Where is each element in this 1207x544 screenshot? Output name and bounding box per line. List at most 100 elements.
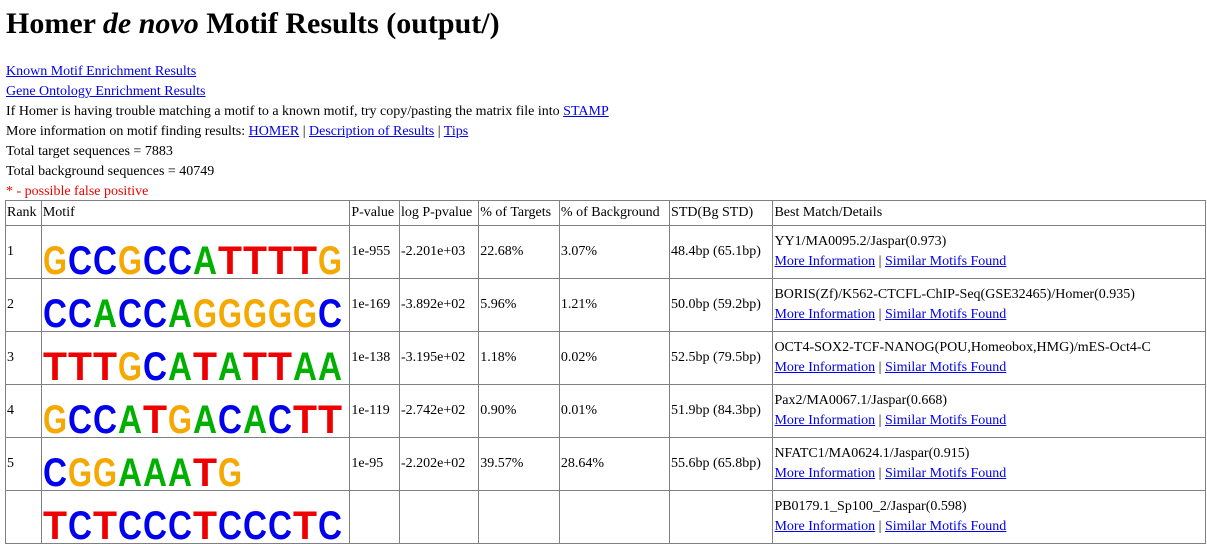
pvalue-cell: 1e-95 xyxy=(349,437,400,491)
motif-cell: CGGAAATG xyxy=(40,437,351,491)
stamp-line: If Homer is having trouble matching a mo… xyxy=(6,102,1207,122)
log-pvalue-cell: -2.742e+02 xyxy=(398,384,480,438)
std-cell: 51.9bp (84.3bp) xyxy=(669,384,774,438)
pvalue-cell: 1e-955 xyxy=(349,225,400,279)
logo-letter: C xyxy=(68,292,92,331)
std-cell: 48.4bp (65.1bp) xyxy=(669,225,774,279)
logo-letter: G xyxy=(218,451,242,490)
similar-motifs-link[interactable]: Similar Motifs Found xyxy=(885,254,1006,269)
column-header: Motif xyxy=(40,200,351,226)
description-link[interactable]: Description of Results xyxy=(309,124,434,139)
motif-cell: TTTGCATATTAA xyxy=(40,331,351,385)
logo-letter: C xyxy=(268,398,292,437)
table-row: T C T C C C T C C C T C PB0179.1_Sp100_2/Jaspar(0.59… xyxy=(5,490,1206,544)
logo-letter: A xyxy=(93,292,117,331)
logo-letter: G xyxy=(268,292,292,331)
logo-letter: A xyxy=(168,451,192,490)
more-information-link[interactable]: More Information xyxy=(774,466,875,481)
background-percent-cell: 3.07% xyxy=(558,225,671,279)
column-header: % of Background xyxy=(558,200,671,226)
logo-letter: C xyxy=(118,292,142,331)
similar-motifs-link[interactable]: Similar Motifs Found xyxy=(885,413,1006,428)
motif-logo: TTTGCATATTAA xyxy=(43,345,342,384)
pvalue-cell: 1e-119 xyxy=(349,384,400,438)
pvalue-cell: 1e-169 xyxy=(349,278,400,332)
page-title: Homer de novo Motif Results (output/) xyxy=(6,4,1207,44)
separator: | xyxy=(875,254,885,269)
targets-percent-cell: 22.68% xyxy=(478,225,560,279)
logo-letter: G xyxy=(218,292,242,331)
logo-letter: T xyxy=(68,345,92,384)
logo-letter: C xyxy=(168,504,192,543)
motif-cell: TCTCCCTCCCTC xyxy=(40,490,351,544)
separator: | xyxy=(875,519,885,534)
separator: | xyxy=(875,360,885,375)
log-pvalue-cell xyxy=(398,490,480,544)
logo-letter: G xyxy=(293,292,317,331)
targets-percent-cell: 5.96% xyxy=(478,278,560,332)
table-row: 4 G C C A T G A C A C T T 1e-119 -2.742e+02 0.90% 0.01% 5… xyxy=(5,384,1206,438)
logo-letter: A xyxy=(318,345,342,384)
similar-motifs-link[interactable]: Similar Motifs Found xyxy=(885,519,1006,534)
table-row: 3 T T T G C A T A T T A A 1e-138 -3.195e+02 1.18% 0.02% 5… xyxy=(5,331,1206,385)
similar-motifs-link[interactable]: Similar Motifs Found xyxy=(885,307,1006,322)
total-background: Total background sequences = 40749 xyxy=(6,164,215,179)
best-match-cell: OCT4-SOX2-TCF-NANOG(POU,Homeobox,HMG)/mE… xyxy=(772,331,1206,385)
details-links: More Information | Similar Motifs Found xyxy=(774,517,1202,537)
motif-cell: GCCATGACACTT xyxy=(40,384,351,438)
more-information-link[interactable]: More Information xyxy=(774,519,875,534)
similar-motifs-link[interactable]: Similar Motifs Found xyxy=(885,466,1006,481)
motif-table: Rank Motif P-value log P-pvalue% of Targets… xyxy=(5,200,1206,544)
logo-letter: A xyxy=(168,345,192,384)
background-percent-cell: 0.01% xyxy=(558,384,671,438)
log-pvalue-cell: -2.201e+03 xyxy=(398,225,480,279)
logo-letter: C xyxy=(318,504,342,543)
targets-percent-cell: 1.18% xyxy=(478,331,560,385)
known-motif-link[interactable]: Known Motif Enrichment Results xyxy=(6,64,196,79)
motif-logo: TCTCCCTCCCTC xyxy=(43,504,342,543)
logo-letter: C xyxy=(43,451,67,490)
title-suffix: Motif Results (output/) xyxy=(198,7,500,40)
logo-letter: C xyxy=(243,504,267,543)
more-information-link[interactable]: More Information xyxy=(774,413,875,428)
more-information-link[interactable]: More Information xyxy=(774,254,875,269)
tips-link[interactable]: Tips xyxy=(444,124,468,139)
gene-ontology-link[interactable]: Gene Ontology Enrichment Results xyxy=(6,84,205,99)
best-match-cell: YY1/MA0095.2/Jaspar(0.973) More Informati… xyxy=(772,225,1206,279)
more-information-link[interactable]: More Information xyxy=(774,360,875,375)
logo-letter: A xyxy=(193,239,217,278)
logo-letter: C xyxy=(143,239,167,278)
stamp-link[interactable]: STAMP xyxy=(563,104,609,119)
logo-letter: C xyxy=(93,398,117,437)
similar-motifs-link[interactable]: Similar Motifs Found xyxy=(885,360,1006,375)
logo-letter: G xyxy=(118,239,142,278)
log-pvalue-cell: -3.892e+02 xyxy=(398,278,480,332)
details-links: More Information | Similar Motifs Found xyxy=(774,411,1202,431)
homer-link[interactable]: HOMER xyxy=(249,124,300,139)
logo-letter: G xyxy=(193,292,217,331)
total-target: Total target sequences = 7883 xyxy=(6,144,173,159)
rank-cell xyxy=(5,490,42,544)
column-header: log P-pvalue xyxy=(398,200,480,226)
details-links: More Information | Similar Motifs Found xyxy=(774,358,1202,378)
best-match-name: PB0179.1_Sp100_2/Jaspar(0.598) xyxy=(774,499,967,514)
table-row: 1 G C C G C C A T T T T G 1e-955 -2.201e+03 22.68% 3.07%… xyxy=(5,225,1206,279)
std-cell: 55.6bp (65.8bp) xyxy=(669,437,774,491)
false-positive-note: * - possible false positive xyxy=(6,184,149,199)
logo-letter: A xyxy=(293,345,317,384)
std-cell: 52.5bp (79.5bp) xyxy=(669,331,774,385)
more-information-link[interactable]: More Information xyxy=(774,307,875,322)
motif-logo: CCACCAGGGGGC xyxy=(43,292,342,331)
best-match-cell: BORIS(Zf)/K562-CTCFL-ChIP-Seq(GSE32465)/… xyxy=(772,278,1206,332)
logo-letter: G xyxy=(318,239,342,278)
logo-letter: T xyxy=(268,345,292,384)
logo-letter: T xyxy=(43,345,67,384)
rank-cell: 5 xyxy=(5,437,42,491)
best-match-cell: Pax2/MA0067.1/Jaspar(0.668) More Informat… xyxy=(772,384,1206,438)
logo-letter: T xyxy=(218,239,242,278)
logo-letter: T xyxy=(268,239,292,278)
separator: | xyxy=(875,413,885,428)
title-prefix: Homer xyxy=(6,7,103,40)
best-match-name: NFATC1/MA0624.1/Jaspar(0.915) xyxy=(774,446,970,461)
rank-cell: 2 xyxy=(5,278,42,332)
